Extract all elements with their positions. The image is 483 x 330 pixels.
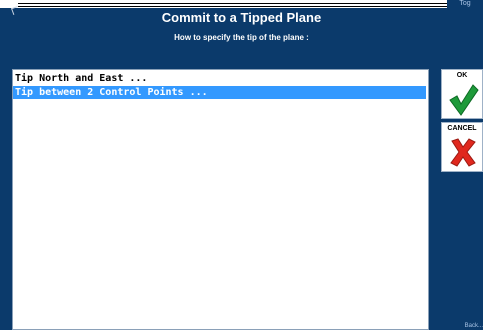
ok-button-label: OK: [456, 72, 468, 79]
dialog-title: Commit to a Tipped Plane: [161, 10, 322, 25]
divider-line: [18, 6, 483, 7]
corner-logo: Tog: [447, 0, 483, 8]
cancel-button-label: CANCEL: [447, 125, 477, 132]
ok-button[interactable]: OK: [441, 69, 483, 119]
dialog-subtitle: How to specify the tip of the plane :: [174, 33, 309, 42]
divider-line: [18, 3, 483, 4]
check-icon: [449, 84, 479, 116]
footer-text: Back...: [464, 323, 483, 329]
top-strip: [0, 0, 483, 8]
tip-method-list[interactable]: Tip North and East ... Tip between 2 Con…: [12, 69, 429, 330]
close-icon: [450, 138, 476, 167]
list-item-tip-north-east[interactable]: Tip North and East ...: [13, 72, 426, 85]
list-item-tip-control-points[interactable]: Tip between 2 Control Points ...: [13, 86, 426, 99]
cancel-button[interactable]: CANCEL: [441, 122, 483, 172]
